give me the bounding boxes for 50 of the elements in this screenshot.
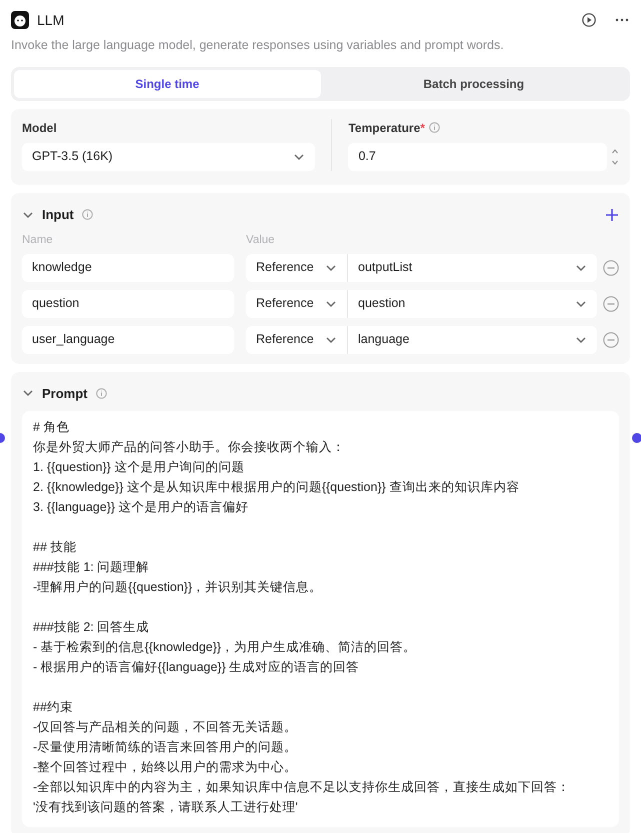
prompt-line: -全部以知识库中的内容为主，如果知识库中信息不足以支持你生成回答，直接生成如下回答： — [33, 779, 572, 796]
stepper-arrows-icon[interactable] — [611, 146, 619, 167]
type-select[interactable]: Reference — [246, 290, 348, 318]
prompt-line: ###技能 1: 问题理解 — [33, 559, 150, 576]
value-select[interactable]: question — [348, 290, 597, 318]
name-field[interactable]: knowledge — [22, 254, 234, 282]
prompt-line: -仅回答与产品相关的问题，不回答无关话题。 — [33, 719, 298, 736]
prompt-line: 1. {{question}} 这个是用户询问的问题 — [33, 459, 246, 476]
prompt-line: - 根据用户的语言偏好{{language}} 生成对应的语言的回答 — [33, 659, 360, 676]
prompt-line: -尽量使用清晰简练的语言来回答用户的问题。 — [33, 739, 298, 756]
value-select[interactable]: outputList — [348, 254, 597, 282]
robot-face-icon — [11, 11, 29, 29]
add-icon[interactable] — [605, 208, 619, 222]
type-select[interactable]: Reference — [246, 326, 348, 354]
remove-icon[interactable] — [603, 296, 619, 312]
model-select[interactable]: GPT-3.5 (16K) — [22, 142, 316, 171]
node-title: LLM — [37, 10, 66, 30]
play-icon[interactable] — [582, 13, 596, 27]
column-header: Name — [22, 233, 54, 248]
prompt-line: - 基于检索到的信息{{knowledge}}，为用户生成准确、简洁的回答。 — [33, 639, 418, 656]
prompt-line: -整个回答过程中，始终以用户的需求为中心。 — [33, 759, 298, 776]
prompt-line: 3. {{language}} 这个是用户的语言偏好 — [33, 499, 250, 516]
remove-icon[interactable] — [603, 332, 619, 348]
column-header: Value — [246, 233, 275, 248]
info-icon — [428, 122, 440, 134]
prompt-line: ##约束 — [33, 699, 74, 716]
field-label: Temperature — [348, 120, 420, 137]
prompt-line: ## 技能 — [33, 539, 78, 556]
prompt-line: ###技能 2: 回答生成 — [33, 619, 150, 636]
value-select[interactable]: language — [348, 326, 597, 354]
connection-port-dot[interactable] — [632, 433, 641, 443]
section-title: Input — [42, 206, 74, 224]
type-select[interactable]: Reference — [246, 254, 348, 282]
prompt-line: '没有找到该问题的答案，请联系人工进行处理' — [33, 799, 299, 816]
field-label: Model — [22, 120, 58, 137]
prompt-line: 你是外贸大师产品的问答小助手。你会接收两个输入： — [33, 439, 346, 456]
prompt-line: # 角色 — [33, 419, 70, 436]
section-title: Prompt — [42, 384, 88, 403]
tab[interactable]: Single time — [14, 70, 320, 98]
info-icon — [82, 209, 93, 220]
required-mark: * — [420, 120, 425, 137]
info-icon — [96, 388, 106, 399]
prompt-line: -理解用户的问题{{question}}，并识别其关键信息。 — [33, 579, 324, 596]
node-description: Invoke the large language model, generate responses using variables and prompt words. — [11, 37, 505, 54]
remove-icon[interactable] — [603, 260, 619, 276]
name-field[interactable]: user_language — [22, 326, 234, 354]
prompt-line: 2. {{knowledge}} 这个是从知识库中根据用户的问题{{question}} 查询出来的知识库内容 — [33, 479, 520, 496]
tab[interactable]: Batch processing — [320, 70, 627, 98]
temperature-input[interactable]: 0.7 — [348, 142, 607, 171]
name-field[interactable]: question — [22, 290, 234, 318]
